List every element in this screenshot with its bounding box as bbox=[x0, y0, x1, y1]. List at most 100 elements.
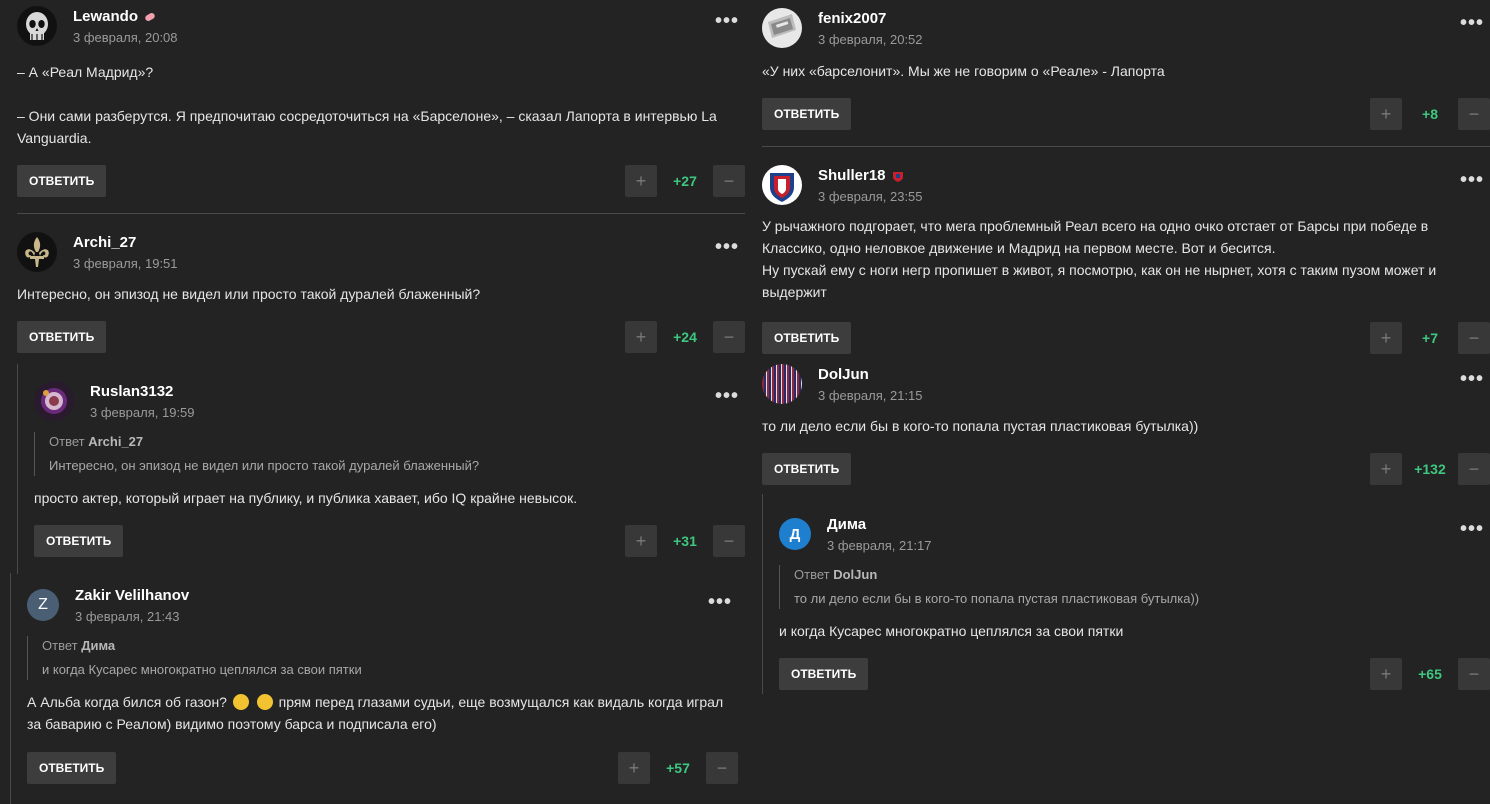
comment-date: 3 февраля, 20:52 bbox=[818, 32, 923, 47]
reply-button[interactable]: ОТВЕТИТЬ bbox=[762, 322, 852, 354]
comment-text: Интересно, он эпизод не видел или просто… bbox=[17, 286, 481, 302]
downvote-button[interactable]: − bbox=[713, 525, 745, 557]
author-name[interactable]: fenix2007 bbox=[818, 10, 886, 27]
comment-date: 3 февраля, 20:08 bbox=[73, 30, 178, 45]
reply-button[interactable]: ОТВЕТИТЬ bbox=[34, 525, 124, 557]
downvote-button[interactable]: − bbox=[1458, 453, 1490, 485]
comment-date: 3 февраля, 21:15 bbox=[818, 388, 923, 403]
avatar[interactable] bbox=[762, 364, 802, 404]
author-name[interactable]: Shuller18 bbox=[818, 167, 904, 184]
downvote-button[interactable]: − bbox=[1458, 658, 1490, 690]
author-name[interactable]: Ruslan3132 bbox=[90, 383, 173, 400]
quote-text: Интересно, он эпизод не видел или просто… bbox=[49, 458, 480, 473]
upvote-button[interactable]: + bbox=[625, 525, 657, 557]
comment-lewando: Lewando 3 февраля, 20:08 ••• – А «Реал М… bbox=[17, 6, 745, 197]
thread-line bbox=[10, 573, 11, 804]
vote-controls: + +65 − bbox=[1370, 658, 1490, 690]
comment-ruslan3132: Ruslan3132 3 февраля, 19:59 ••• Ответ Ar… bbox=[34, 381, 745, 561]
quote-text: то ли дело если бы в кого-то попала пуст… bbox=[794, 591, 1200, 606]
upvote-button[interactable]: + bbox=[618, 752, 650, 784]
vote-score: +65 bbox=[1418, 666, 1442, 682]
reply-quote: Ответ Дима и когда Кусарес многократно ц… bbox=[27, 636, 717, 680]
more-options-icon[interactable]: ••• bbox=[715, 386, 739, 406]
vote-score: +27 bbox=[673, 173, 697, 189]
avatar[interactable] bbox=[762, 165, 802, 205]
avatar[interactable] bbox=[762, 8, 802, 48]
more-options-icon[interactable]: ••• bbox=[1460, 170, 1484, 190]
upvote-button[interactable]: + bbox=[625, 321, 657, 353]
more-options-icon[interactable]: ••• bbox=[708, 592, 732, 612]
comment-line-2: – Они сами разберутся. Я предпочитаю сос… bbox=[17, 108, 717, 146]
comment-shuller18: Shuller18 3 февраля, 23:55 ••• У рычажно… bbox=[762, 165, 1490, 355]
comment-text: и когда Кусарес многократно цеплялся за … bbox=[779, 623, 1124, 639]
comment-text: У рычажного подгорает, что мега проблемн… bbox=[762, 218, 1437, 300]
comment-text: А Альба когда бился об газон? прям перед… bbox=[27, 694, 724, 732]
reply-button[interactable]: ОТВЕТИТЬ bbox=[17, 165, 107, 197]
author-name[interactable]: Archi_27 bbox=[73, 234, 136, 251]
upvote-button[interactable]: + bbox=[1370, 98, 1402, 130]
reply-button[interactable]: ОТВЕТИТЬ bbox=[779, 658, 869, 690]
club-crest-icon bbox=[41, 388, 67, 414]
quote-text: и когда Кусарес многократно цеплялся за … bbox=[42, 662, 362, 677]
downvote-button[interactable]: − bbox=[713, 321, 745, 353]
avatar-letter: Д bbox=[789, 525, 801, 543]
quote-author[interactable]: Дима bbox=[81, 638, 115, 653]
vote-controls: + +8 − bbox=[1370, 98, 1490, 130]
vote-controls: + +24 − bbox=[625, 321, 745, 353]
comment-divider bbox=[17, 213, 745, 214]
more-options-icon[interactable]: ••• bbox=[1460, 519, 1484, 539]
downvote-button[interactable]: − bbox=[1458, 322, 1490, 354]
comment-date: 3 февраля, 19:59 bbox=[90, 405, 195, 420]
left-column: Lewando 3 февраля, 20:08 ••• – А «Реал М… bbox=[10, 0, 745, 804]
comment-line-1: – А «Реал Мадрид»? bbox=[17, 64, 154, 80]
author-name[interactable]: Lewando bbox=[73, 8, 156, 25]
reply-button[interactable]: ОТВЕТИТЬ bbox=[17, 321, 107, 353]
comment-dima: Д Дима 3 февраля, 21:17 ••• Ответ DolJun… bbox=[779, 514, 1490, 694]
shield-logo-icon bbox=[768, 14, 796, 38]
comment-fenix2007: fenix2007 3 февраля, 20:52 ••• «У них «б… bbox=[762, 8, 1490, 130]
avatar[interactable] bbox=[34, 381, 74, 421]
downvote-button[interactable]: − bbox=[1458, 98, 1490, 130]
comment-text: то ли дело если бы в кого-то попала пуст… bbox=[762, 418, 1199, 434]
downvote-button[interactable]: − bbox=[706, 752, 738, 784]
author-name[interactable]: Zakir Velilhanov bbox=[75, 587, 189, 604]
upvote-button[interactable]: + bbox=[625, 165, 657, 197]
avatar[interactable]: Д bbox=[779, 518, 811, 550]
comment-date: 3 февраля, 23:55 bbox=[818, 189, 923, 204]
pill-badge-icon bbox=[145, 12, 155, 21]
comment-archi27: Archi_27 3 февраля, 19:51 ••• Интересно,… bbox=[17, 232, 745, 354]
comment-date: 3 февраля, 19:51 bbox=[73, 256, 178, 271]
quote-author[interactable]: Archi_27 bbox=[88, 434, 143, 449]
avatar[interactable] bbox=[17, 6, 57, 46]
comment-doljun: DolJun 3 февраля, 21:15 ••• то ли дело е… bbox=[762, 364, 1490, 486]
avatar[interactable] bbox=[17, 232, 57, 272]
reply-button[interactable]: ОТВЕТИТЬ bbox=[762, 98, 852, 130]
reply-button[interactable]: ОТВЕТИТЬ bbox=[762, 453, 852, 485]
avatar-letter: Z bbox=[38, 596, 48, 613]
vote-score: +31 bbox=[673, 533, 697, 549]
upvote-button[interactable]: + bbox=[1370, 322, 1402, 354]
comment-date: 3 февраля, 21:17 bbox=[827, 538, 932, 553]
downvote-button[interactable]: − bbox=[713, 165, 745, 197]
club-crest-icon bbox=[770, 173, 794, 202]
club-badge-icon bbox=[892, 171, 903, 182]
more-options-icon[interactable]: ••• bbox=[715, 11, 739, 31]
more-options-icon[interactable]: ••• bbox=[715, 237, 739, 257]
thread-line bbox=[17, 364, 18, 574]
author-name[interactable]: DolJun bbox=[818, 366, 869, 383]
vote-score: +132 bbox=[1414, 461, 1446, 477]
vote-controls: + +31 − bbox=[625, 525, 745, 557]
comment-text: просто актер, который играет на публику,… bbox=[34, 490, 578, 506]
upvote-button[interactable]: + bbox=[1370, 453, 1402, 485]
quote-header: Ответ DolJun bbox=[794, 567, 878, 582]
reply-button[interactable]: ОТВЕТИТЬ bbox=[27, 752, 117, 784]
quote-header: Ответ Дима bbox=[42, 638, 116, 653]
upvote-button[interactable]: + bbox=[1370, 658, 1402, 690]
more-options-icon[interactable]: ••• bbox=[1460, 13, 1484, 33]
reply-quote: Ответ Archi_27 Интересно, он эпизод не в… bbox=[34, 432, 724, 476]
avatar[interactable]: Z bbox=[27, 589, 59, 621]
author-name[interactable]: Дима bbox=[827, 516, 866, 533]
vote-controls: + +132 − bbox=[1370, 453, 1490, 485]
quote-author[interactable]: DolJun bbox=[833, 567, 877, 582]
more-options-icon[interactable]: ••• bbox=[1460, 369, 1484, 389]
